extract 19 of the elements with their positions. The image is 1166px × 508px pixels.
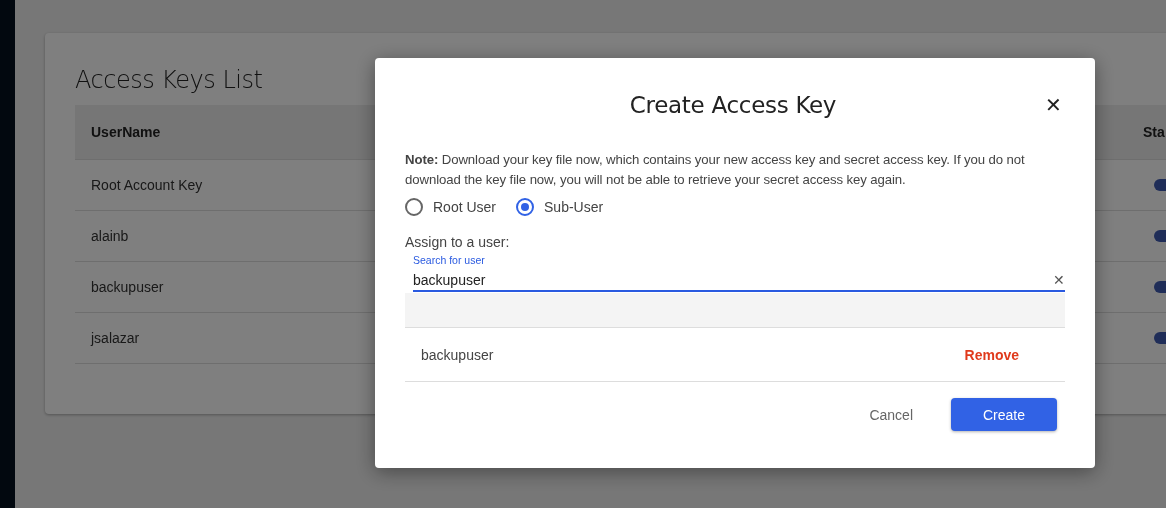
create-button[interactable]: Create — [951, 398, 1057, 431]
clear-button[interactable]: ✕ — [1053, 272, 1065, 288]
remove-link[interactable]: Remove — [964, 346, 1019, 363]
table-cell: jsalazar — [91, 330, 140, 346]
search-field[interactable]: Search for user backupuser ✕ — [413, 254, 1065, 292]
cancel-button[interactable]: Cancel — [859, 398, 923, 431]
radio-option[interactable]: Root User — [405, 198, 497, 216]
column-header: UserName — [91, 124, 161, 140]
close-button[interactable]: ✕ — [1041, 93, 1065, 117]
table-cell: alainb — [91, 228, 129, 244]
dialog-title: Create Access Key — [628, 92, 838, 118]
radio-option[interactable]: Sub-User — [516, 198, 604, 216]
field-label: Assign to a user: — [405, 234, 511, 250]
note-text: Note: Download your key file now, which contains your new access key and secret access key. If you do not download the key file now, you will not be able to retrieve your secret access key again. — [405, 151, 1026, 189]
table-cell: Root Account Key — [91, 177, 203, 193]
column-header: Sta — [1143, 124, 1165, 140]
page-title: Access Keys List — [75, 65, 263, 96]
user-name: backupuser — [421, 346, 495, 363]
table-cell: backupuser — [91, 279, 164, 295]
